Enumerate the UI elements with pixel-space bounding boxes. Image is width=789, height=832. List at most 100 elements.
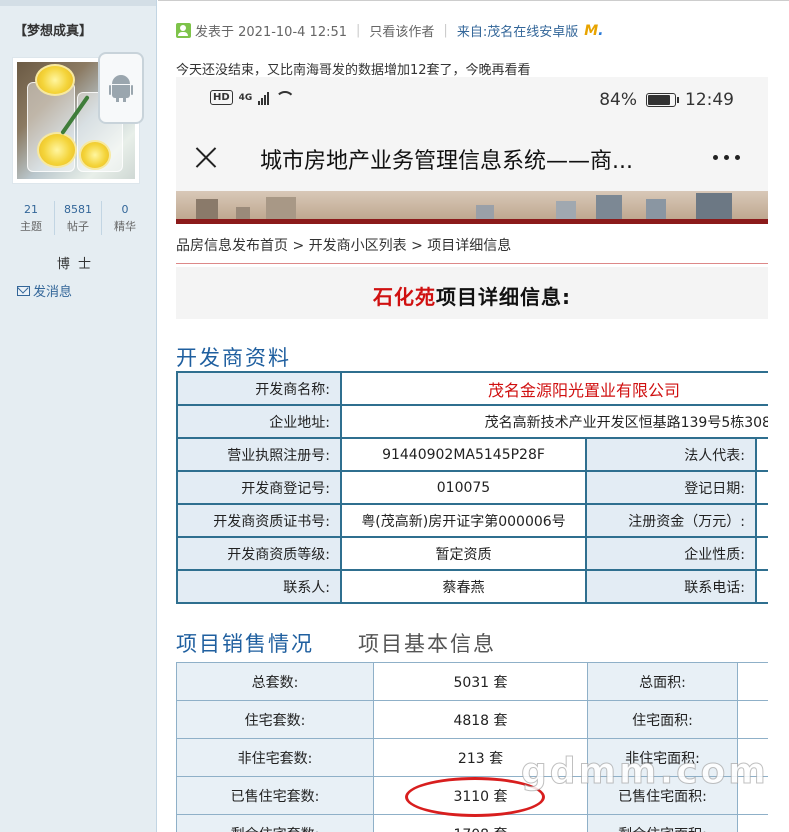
- close-icon[interactable]: [192, 143, 220, 171]
- tab-basic-info[interactable]: 项目基本信息: [358, 628, 496, 658]
- table-cell-value: 粤(茂高新)房开证字第000006号: [340, 503, 587, 538]
- table-cell-label: 总面积:: [587, 662, 738, 701]
- table-cell-value: 010075: [340, 470, 587, 505]
- project-detail-heading: 项目详细信息:: [436, 285, 571, 309]
- table-row: 开发商名称: 茂名金源阳光置业有限公司: [176, 371, 768, 406]
- table-cell-label: 联系人:: [176, 569, 342, 604]
- table-cell-value: 蔡春燕: [340, 569, 587, 604]
- battery-icon: [646, 93, 679, 107]
- post-info-bar: 发表于 2021-10-4 12:51 | 只看该作者 | 来自:茂名在线安卓版…: [176, 21, 603, 40]
- more-options-icon[interactable]: [713, 155, 740, 160]
- lemon-slice: [79, 140, 111, 170]
- stat-topics[interactable]: 21 主题: [8, 201, 54, 235]
- table-cell-label: 开发商资质证书号:: [176, 503, 342, 538]
- stat-posts-value: 8581: [64, 203, 92, 216]
- signal-icon: [258, 91, 270, 105]
- table-cell-value: 5031 套: [373, 662, 588, 701]
- table-cell-label: 开发商资质等级:: [176, 536, 342, 571]
- breadcrumb[interactable]: 品房信息发布首页 > 开发商小区列表 > 项目详细信息: [176, 235, 511, 255]
- mobile-app-logo-icon: M.: [584, 22, 604, 39]
- wifi-icon: [275, 91, 295, 105]
- author-username[interactable]: 【梦想成真】: [14, 20, 92, 39]
- city-skyline-banner: [176, 191, 768, 219]
- table-cell-label: 剩余住宅面积:: [587, 814, 738, 832]
- app-page-title: 城市房地产业务管理信息系统——商...: [260, 149, 633, 174]
- table-cell-value: [737, 814, 768, 832]
- source-link[interactable]: 来自:茂名在线安卓版: [457, 21, 578, 40]
- author-stats: 21 主题 8581 帖子 0 精华: [8, 201, 148, 235]
- table-row: 开发商登记号: 010075 登记日期:: [176, 470, 768, 505]
- table-row: 营业执照注册号: 91440902MA5145P28F 法人代表:: [176, 437, 768, 472]
- table-cell-value: [754, 503, 768, 538]
- table-cell-value: 91440902MA5145P28F: [340, 437, 587, 472]
- user-online-icon: [176, 23, 191, 38]
- lemon-slice: [35, 64, 75, 96]
- table-row: 开发商资质证书号: 粤(茂高新)房开证字第000006号 注册资金（万元）:: [176, 503, 768, 538]
- table-cell-label: 住宅套数:: [176, 700, 374, 739]
- site-watermark: gdmm.com: [521, 751, 768, 793]
- table-cell-label: 住宅面积:: [587, 700, 738, 739]
- tab-sales-status[interactable]: 项目销售情况: [176, 628, 314, 658]
- developer-section-title: 开发商资料: [176, 346, 291, 370]
- clock-time: 12:49: [685, 90, 734, 110]
- table-row: 住宅套数: 4818 套 住宅面积:: [176, 700, 768, 739]
- table-cell-value: [754, 569, 768, 604]
- stat-posts-label: 帖子: [67, 220, 89, 233]
- stat-posts[interactable]: 8581 帖子: [54, 201, 101, 235]
- table-cell-value: 4818 套: [373, 700, 588, 739]
- separator: |: [443, 23, 448, 38]
- table-cell-label: 已售住宅套数:: [176, 776, 374, 815]
- stat-digest-label: 精华: [114, 220, 136, 233]
- table-cell-value: 茂名高新技术产业开发区恒基路139号5栋308-: [339, 404, 768, 439]
- mail-icon: [17, 285, 30, 296]
- table-row: 总套数: 5031 套 总面积:: [176, 662, 768, 701]
- table-cell-label: 企业性质:: [585, 536, 757, 571]
- author-sidebar: 【梦想成真】 21 主题 8581 帖子 0 精华 博 士 发消息: [0, 0, 157, 832]
- stat-topics-value: 21: [24, 203, 38, 216]
- breadcrumb-divider: [176, 263, 768, 264]
- table-row: 剩余住宅套数: 1708 套 剩余住宅面积:: [176, 814, 768, 832]
- table-cell-label: 剩余住宅套数:: [176, 814, 374, 832]
- post-body-text: 今天还没结束，又比南海哥发的数据增加12套了，今晚再看看: [176, 63, 531, 78]
- separator: |: [356, 23, 361, 38]
- table-cell-label: 联系电话:: [585, 569, 757, 604]
- post-timestamp: 发表于 2021-10-4 12:51: [195, 25, 348, 40]
- user-rank: 博 士: [56, 257, 94, 272]
- banner-underline: [176, 219, 768, 224]
- table-cell-label: 开发商名称:: [176, 371, 342, 406]
- network-type: 4G: [238, 92, 253, 103]
- table-row: 开发商资质等级: 暂定资质 企业性质:: [176, 536, 768, 571]
- stat-digest[interactable]: 0 精华: [101, 201, 148, 235]
- send-message-link[interactable]: 发消息: [17, 281, 72, 300]
- table-cell-label: 非住宅套数:: [176, 738, 374, 777]
- table-cell-label: 开发商登记号:: [176, 470, 342, 505]
- sidebar-top-bar: [0, 0, 156, 6]
- table-cell-value: [754, 470, 768, 505]
- table-cell-label: 法人代表:: [585, 437, 757, 472]
- table-cell-label: 登记日期:: [585, 470, 757, 505]
- project-detail-title: 石化苑项目详细信息:: [176, 281, 768, 310]
- table-cell-label: 企业地址:: [176, 404, 342, 439]
- project-name: 石化苑: [373, 285, 436, 309]
- table-cell-label: 注册资金（万元）:: [585, 503, 757, 538]
- hd-indicator: HD: [210, 90, 233, 105]
- table-cell-value: [754, 536, 768, 571]
- table-row: 联系人: 蔡春燕 联系电话:: [176, 569, 768, 604]
- lemon-slice: [37, 132, 77, 168]
- stat-digest-value: 0: [121, 203, 129, 216]
- table-cell-value: 茂名金源阳光置业有限公司: [339, 371, 768, 406]
- table-row: 企业地址: 茂名高新技术产业开发区恒基路139号5栋308-: [176, 404, 768, 439]
- table-cell-label: 营业执照注册号:: [176, 437, 342, 472]
- developer-info-table: 开发商名称: 茂名金源阳光置业有限公司 企业地址: 茂名高新技术产业开发区恒基路…: [176, 371, 768, 604]
- table-cell-value: [737, 662, 768, 701]
- table-cell-value: [737, 700, 768, 739]
- table-cell-label: 总套数:: [176, 662, 374, 701]
- browser-app-bar: 城市房地产业务管理信息系统——商...: [176, 123, 768, 191]
- author-only-link[interactable]: 只看该作者: [369, 21, 434, 40]
- table-cell-value: 暂定资质: [340, 536, 587, 571]
- attached-screenshot[interactable]: HD 4G 84% 12:49 城市房地产业务管理信息系统——商... 品房信息…: [176, 77, 768, 832]
- table-cell-value: [754, 437, 768, 472]
- android-icon: [109, 75, 133, 102]
- send-message-label: 发消息: [33, 285, 73, 300]
- table-cell-value: 1708 套: [373, 814, 588, 832]
